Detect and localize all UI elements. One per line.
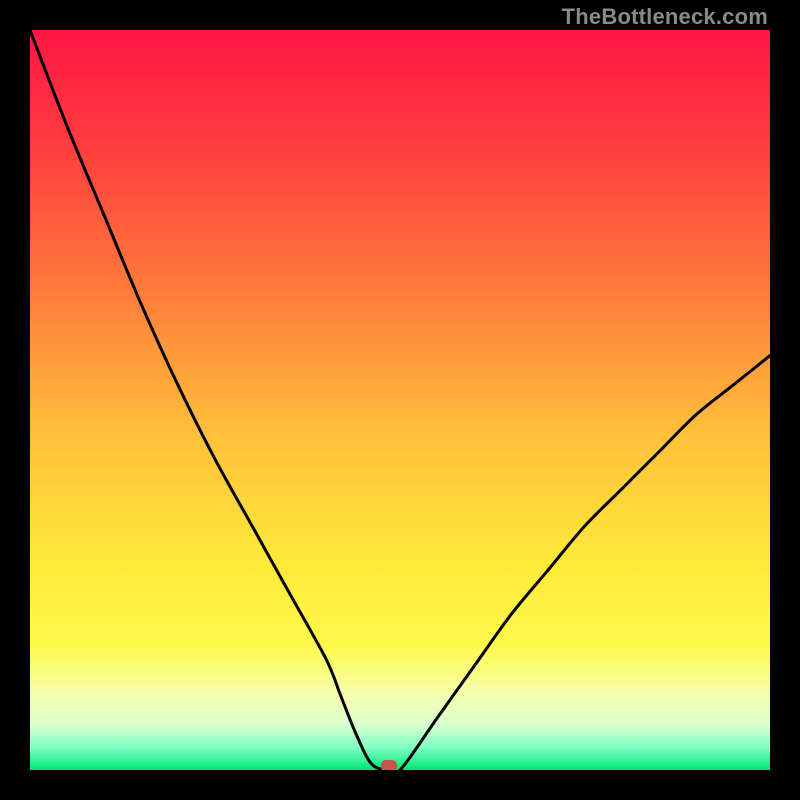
chart-frame [0,0,800,800]
watermark-text: TheBottleneck.com [562,4,768,30]
